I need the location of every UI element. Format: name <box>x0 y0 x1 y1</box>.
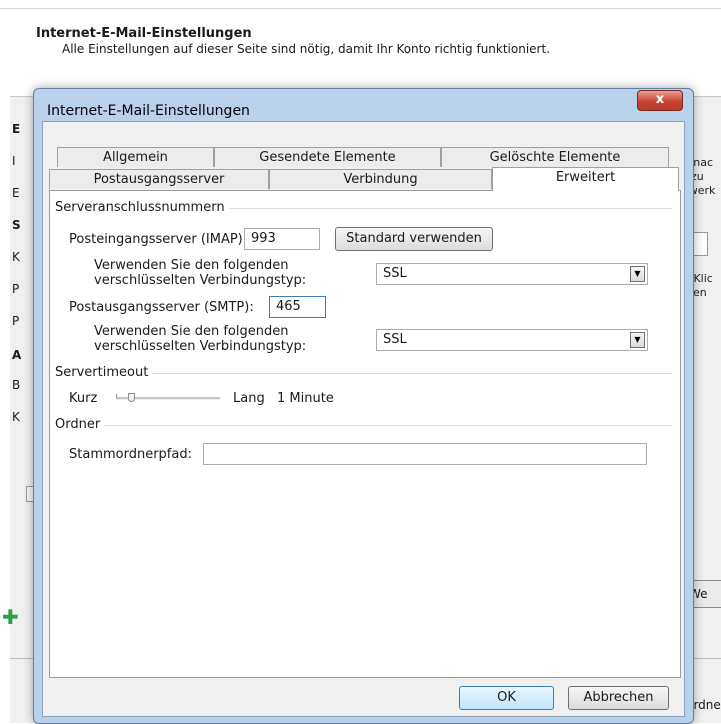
chevron-down-icon[interactable]: ▼ <box>630 266 645 282</box>
incoming-port-input[interactable]: 993 <box>244 228 320 250</box>
group-label-server-ports: Serveranschlussnummern <box>55 200 229 215</box>
outgoing-encryption-label-line1: Verwenden Sie den folgenden <box>94 324 289 339</box>
incoming-encryption-value: SSL <box>383 266 407 281</box>
tab-geloeschte-elemente[interactable]: Gelöschte Elemente <box>441 147 669 167</box>
background-page-subtitle: Alle Einstellungen auf dieser Seite sind… <box>62 42 551 56</box>
background-left-letter: K <box>12 250 20 264</box>
dialog-title: Internet-E-Mail-Einstellungen <box>47 103 250 119</box>
chevron-down-icon[interactable]: ▼ <box>630 332 645 348</box>
background-left-letter: P <box>12 282 20 296</box>
group-divider <box>56 425 672 426</box>
use-default-button[interactable]: Standard verwenden <box>335 227 493 251</box>
timeout-short-label: Kurz <box>69 391 98 406</box>
tab-allgemein[interactable]: Allgemein <box>57 147 214 167</box>
outgoing-server-label: Postausgangsserver (SMTP): <box>69 300 254 315</box>
incoming-encryption-label-line2: verschlüsselten Verbindungstyp: <box>94 273 307 288</box>
background-left-labels: E I E S K P P A B K <box>10 118 34 638</box>
tab-gesendete-elemente[interactable]: Gesendete Elemente <box>214 147 441 167</box>
outgoing-encryption-label-line2: verschlüsselten Verbindungstyp: <box>94 339 307 354</box>
background-left-letter: P <box>12 314 20 328</box>
timeout-slider[interactable] <box>116 391 220 407</box>
background-left-letter: A <box>12 348 22 362</box>
timeout-value-label: 1 Minute <box>277 391 334 406</box>
background-left-letter: B <box>12 378 21 392</box>
tab-verbindung[interactable]: Verbindung <box>269 169 492 189</box>
background-top-divider <box>0 8 721 9</box>
incoming-encryption-select[interactable]: SSL ▼ <box>376 263 648 285</box>
tab-postausgangsserver[interactable]: Postausgangsserver <box>49 169 269 189</box>
background-left-letter: E <box>12 186 20 200</box>
outgoing-encryption-value: SSL <box>383 332 407 347</box>
settings-dialog: Internet-E-Mail-Einstellungen x Allgemei… <box>33 88 694 724</box>
add-icon[interactable]: ✚ <box>2 607 20 627</box>
background-left-letter: S <box>12 218 21 232</box>
cancel-button[interactable]: Abbrechen <box>568 686 669 710</box>
incoming-encryption-label-line1: Verwenden Sie den folgenden <box>94 258 289 273</box>
outgoing-encryption-select[interactable]: SSL ▼ <box>376 329 648 351</box>
background-left-letter: K <box>12 410 20 424</box>
outgoing-encryption-label: Verwenden Sie den folgenden verschlüssel… <box>94 324 306 354</box>
ok-button[interactable]: OK <box>459 686 554 710</box>
incoming-server-label: Posteingangsserver (IMAP): <box>69 232 248 247</box>
outgoing-port-input[interactable]: 465 <box>269 296 326 318</box>
background-left-letter: E <box>12 122 21 136</box>
background-page-title: Internet-E-Mail-Einstellungen <box>36 26 252 41</box>
root-folder-input[interactable] <box>203 443 647 465</box>
close-icon: x <box>655 92 665 107</box>
tab-panel-erweitert: Serveranschlussnummern Posteingangsserve… <box>49 190 681 678</box>
slider-tick <box>116 394 117 398</box>
tab-erweitert[interactable]: Erweitert <box>492 167 679 191</box>
background-left-letter: I <box>12 154 16 168</box>
group-label-servertimeout: Servertimeout <box>55 365 153 380</box>
close-button[interactable]: x <box>637 90 683 111</box>
group-label-ordner: Ordner <box>55 417 105 432</box>
incoming-encryption-label: Verwenden Sie den folgenden verschlüssel… <box>94 258 306 288</box>
root-folder-label: Stammordnerpfad: <box>69 447 192 462</box>
slider-thumb[interactable] <box>128 393 135 402</box>
timeout-long-label: Lang <box>233 391 265 406</box>
tab-row-1: Allgemein Gesendete Elemente Gelöschte E… <box>57 147 669 168</box>
